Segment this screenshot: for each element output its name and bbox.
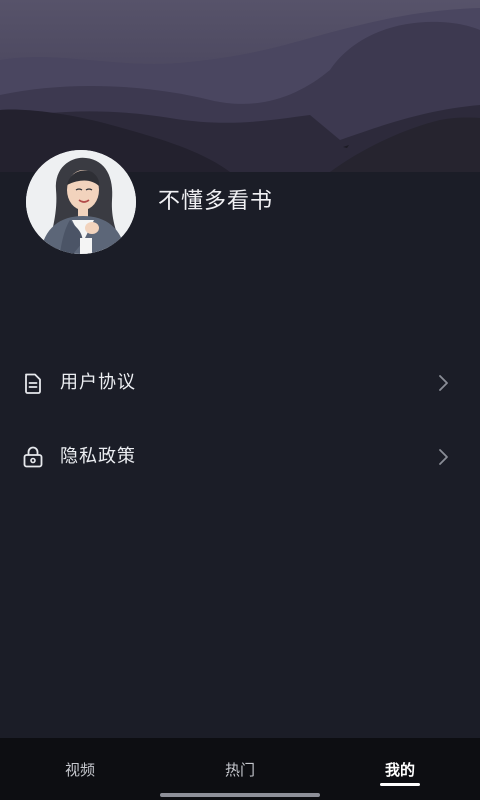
menu-item-privacy-policy[interactable]: 隐私政策 bbox=[0, 420, 480, 494]
menu-item-label: 隐私政策 bbox=[60, 446, 136, 467]
menu-item-user-agreement[interactable]: 用户协议 bbox=[0, 346, 480, 420]
tab-label: 我的 bbox=[384, 761, 415, 779]
document-icon bbox=[22, 372, 44, 394]
active-tab-indicator bbox=[380, 783, 420, 786]
chevron-right-icon bbox=[438, 374, 450, 392]
avatar[interactable] bbox=[26, 150, 136, 254]
tab-popular[interactable]: 热门 bbox=[160, 738, 320, 800]
tab-mine[interactable]: 我的 bbox=[320, 738, 480, 800]
menu-item-label: 用户协议 bbox=[60, 372, 136, 393]
tab-label: 热门 bbox=[224, 761, 255, 779]
profile-screen: 不懂多看书 用户协议 隐私政策 视频 热门 我的 bbox=[0, 0, 480, 800]
profile-header: 不懂多看书 bbox=[0, 0, 480, 260]
settings-menu: 用户协议 隐私政策 bbox=[0, 346, 480, 494]
tab-video[interactable]: 视频 bbox=[0, 738, 160, 800]
bottom-tab-bar: 视频 热门 我的 bbox=[0, 738, 480, 800]
lock-icon bbox=[22, 446, 44, 468]
username: 不懂多看书 bbox=[158, 189, 274, 214]
home-indicator[interactable] bbox=[160, 793, 320, 797]
tab-label: 视频 bbox=[64, 761, 95, 779]
chevron-right-icon bbox=[438, 448, 450, 466]
